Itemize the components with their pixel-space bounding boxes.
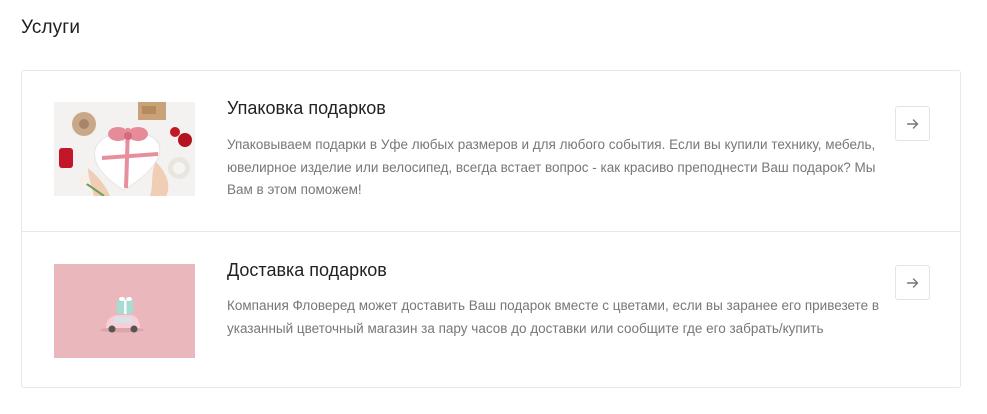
service-description: Упаковываем подарки в Уфе любых размеров… bbox=[227, 137, 876, 197]
gift-delivery-image[interactable] bbox=[54, 264, 195, 358]
arrow-right-icon bbox=[906, 118, 918, 129]
service-title[interactable]: Упаковка подарков bbox=[227, 98, 386, 119]
gift-wrapping-image[interactable] bbox=[54, 102, 195, 196]
service-link-button[interactable] bbox=[895, 265, 930, 300]
service-item-gift-wrapping[interactable]: Упаковка подарков Упаковываем подарки в … bbox=[22, 71, 960, 231]
page-title: Услуги bbox=[21, 17, 81, 38]
service-link-button[interactable] bbox=[895, 106, 930, 141]
services-list: Упаковка подарков Упаковываем подарки в … bbox=[21, 70, 961, 388]
service-item-gift-delivery[interactable]: Доставка подарков Компания Фловеред може… bbox=[22, 231, 960, 388]
service-title[interactable]: Доставка подарков bbox=[227, 260, 387, 281]
service-description: Компания Фловеред может доставить Ваш по… bbox=[227, 298, 880, 336]
arrow-right-icon bbox=[906, 277, 918, 288]
